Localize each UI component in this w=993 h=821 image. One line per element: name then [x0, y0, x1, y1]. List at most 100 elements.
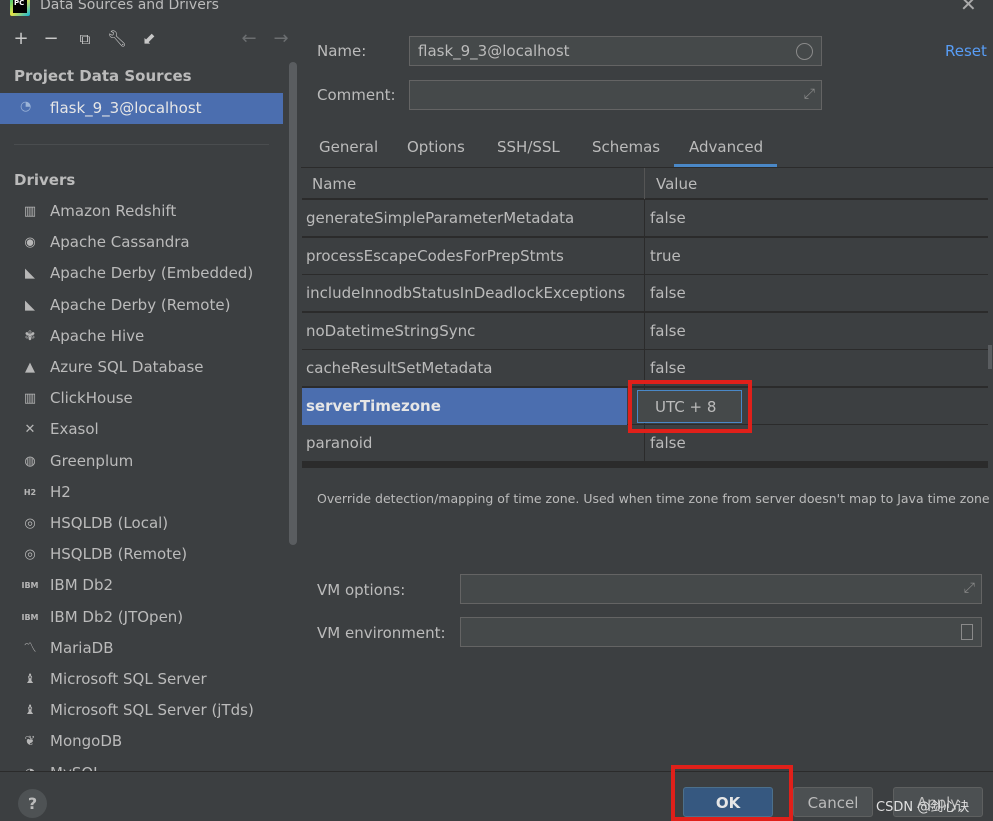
project-data-sources-title: Project Data Sources: [14, 67, 192, 85]
driver-label: Apache Derby (Remote): [50, 295, 231, 314]
drivers-title: Drivers: [14, 171, 76, 189]
property-description: Override detection/mapping of time zone.…: [317, 491, 990, 506]
forward-arrow-icon[interactable]: →: [270, 28, 292, 50]
driver-label: ClickHouse: [50, 389, 133, 408]
cell-divider: [644, 275, 645, 312]
driver-icon: IBM: [21, 612, 39, 622]
property-value[interactable]: false: [650, 209, 686, 227]
reset-link[interactable]: Reset: [945, 42, 987, 60]
cell-divider: [644, 313, 645, 350]
driver-item[interactable]: IBM IBM Db2 (JTOpen): [0, 603, 283, 634]
property-name: processEscapeCodesForPrepStmts: [306, 247, 564, 265]
left-panel: + − ⧉ 🔧︎ ⬋ ← → Project Data Sources ◔ fl…: [0, 20, 301, 771]
wrench-icon[interactable]: 🔧︎: [106, 28, 128, 50]
driver-item[interactable]: ♝ Microsoft SQL Server: [0, 665, 283, 696]
table-row[interactable]: generateSimpleParameterMetadata false: [302, 200, 988, 237]
name-label: Name:: [317, 42, 367, 60]
driver-item[interactable]: ◣ Apache Derby (Embedded): [0, 259, 283, 290]
tab-general[interactable]: General: [319, 138, 378, 156]
close-icon[interactable]: ✕: [960, 0, 977, 14]
driver-icon: ♝: [24, 672, 36, 687]
driver-item[interactable]: 〽 MariaDB: [0, 634, 283, 665]
tab-schemas[interactable]: Schemas: [592, 138, 660, 156]
driver-item[interactable]: H2 H2: [0, 478, 283, 509]
expand-icon[interactable]: ⤢: [964, 580, 975, 596]
property-name: includeInnodbStatusInDeadlockExceptions: [306, 284, 626, 302]
table-header: Name Value: [302, 168, 988, 199]
table-scrollbar[interactable]: [988, 345, 992, 369]
property-value[interactable]: false: [650, 434, 686, 452]
driver-label: MySQL: [50, 764, 102, 771]
driver-item[interactable]: IBM IBM Db2: [0, 571, 283, 602]
comment-label: Comment:: [317, 86, 396, 104]
property-value[interactable]: false: [650, 359, 686, 377]
driver-item[interactable]: ◔ MySQL: [0, 759, 283, 771]
driver-label: HSQLDB (Local): [50, 514, 169, 532]
driver-item[interactable]: ▥ ClickHouse: [0, 384, 283, 415]
color-circle-icon[interactable]: [796, 43, 813, 60]
expand-icon[interactable]: ⤢: [804, 86, 815, 102]
tab-options[interactable]: Options: [407, 138, 465, 156]
data-source-label: flask_9_3@localhost: [50, 99, 202, 117]
driver-item[interactable]: ▥ Amazon Redshift: [0, 197, 283, 228]
document-icon[interactable]: [961, 624, 973, 640]
driver-item[interactable]: ▲ Azure SQL Database: [0, 353, 283, 384]
bottom-bar: ? OK Cancel Apply CSDN @剑心诀: [0, 771, 993, 821]
name-input[interactable]: flask_9_3@localhost: [409, 36, 822, 66]
driver-label: Exasol: [50, 420, 99, 439]
property-name: generateSimpleParameterMetadata: [306, 209, 575, 227]
driver-icon: ◣: [25, 297, 35, 313]
column-header-name[interactable]: Name: [312, 175, 356, 193]
driver-icon: IBM: [21, 581, 39, 591]
vm-options-input[interactable]: ⤢: [460, 574, 982, 604]
driver-item[interactable]: ◉ Apache Cassandra: [0, 228, 283, 259]
vm-environment-label: VM environment:: [317, 624, 446, 642]
help-button[interactable]: ?: [18, 789, 47, 818]
cell-divider: [644, 200, 645, 237]
property-value[interactable]: true: [650, 247, 681, 265]
remove-icon[interactable]: −: [40, 28, 62, 50]
name-value: flask_9_3@localhost: [418, 42, 570, 60]
driver-icon: ▥: [23, 391, 37, 407]
vm-options-label: VM options:: [317, 581, 406, 599]
driver-item[interactable]: ◎ HSQLDB (Local): [0, 509, 283, 540]
cancel-button[interactable]: Cancel: [793, 787, 873, 817]
divider: [14, 144, 269, 145]
driver-icon: ◎: [24, 516, 36, 531]
table-row[interactable]: includeInnodbStatusInDeadlockExceptions …: [302, 275, 988, 312]
tab-bar: General Options SSH/SSL Schemas Advanced: [301, 130, 993, 168]
property-value[interactable]: false: [650, 322, 686, 340]
tab-ssh-ssl[interactable]: SSH/SSL: [497, 138, 560, 156]
driver-label: Azure SQL Database: [50, 358, 204, 376]
tab-advanced[interactable]: Advanced: [689, 138, 763, 156]
driver-label: Amazon Redshift: [50, 202, 177, 220]
driver-item[interactable]: ✾ Apache Hive: [0, 322, 283, 353]
driver-label: Apache Hive: [50, 326, 145, 345]
driver-item[interactable]: ◣ Apache Derby (Remote): [0, 291, 283, 322]
driver-item[interactable]: ◎ HSQLDB (Remote): [0, 540, 283, 571]
back-arrow-icon[interactable]: ←: [238, 28, 260, 50]
driver-label: Apache Derby (Embedded): [50, 264, 254, 283]
data-source-item[interactable]: ◔ flask_9_3@localhost: [0, 93, 283, 124]
driver-label: H2: [50, 482, 71, 501]
add-icon[interactable]: +: [10, 28, 32, 50]
right-panel: Name: flask_9_3@localhost Reset Comment:…: [301, 20, 993, 771]
property-value[interactable]: false: [650, 284, 686, 302]
driver-item[interactable]: ❦ MongoDB: [0, 727, 283, 758]
driver-icon: ◉: [24, 235, 36, 251]
table-row[interactable]: processEscapeCodesForPrepStmts true: [302, 238, 988, 275]
left-scrollbar[interactable]: [289, 62, 297, 545]
driver-item[interactable]: ♝ Microsoft SQL Server (jTds): [0, 696, 283, 727]
comment-input[interactable]: ⤢: [409, 80, 822, 110]
import-icon[interactable]: ⬋: [138, 28, 160, 50]
driver-icon: ✾: [24, 328, 36, 344]
duplicate-icon[interactable]: ⧉: [74, 28, 96, 50]
column-divider: [644, 168, 645, 199]
driver-label: Microsoft SQL Server (jTds): [50, 701, 254, 720]
driver-label: IBM Db2: [50, 576, 114, 595]
vm-environment-input[interactable]: [460, 617, 982, 647]
driver-item[interactable]: ◍ Greenplum: [0, 447, 283, 478]
driver-item[interactable]: ✕ Exasol: [0, 415, 283, 446]
column-header-value[interactable]: Value: [656, 175, 697, 193]
table-row[interactable]: noDatetimeStringSync false: [302, 313, 988, 350]
